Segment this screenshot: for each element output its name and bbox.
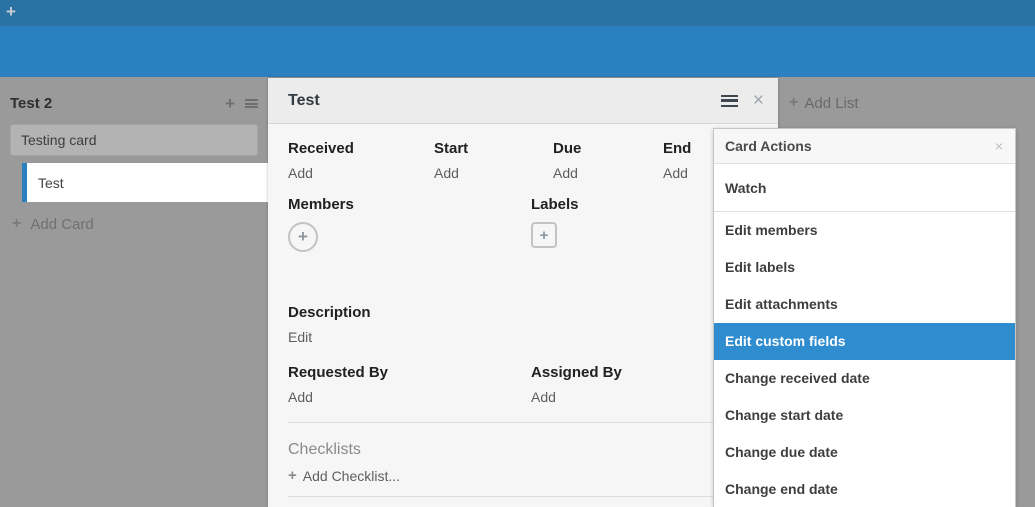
add-card-button[interactable]: + Add Card bbox=[12, 215, 94, 233]
card-title: Testing card bbox=[21, 132, 96, 148]
members-section: Members + bbox=[288, 196, 531, 252]
card-detail-panel: Test × Received Add Start Add bbox=[268, 78, 778, 507]
description-label: Description bbox=[288, 304, 758, 322]
card-detail-header-icons: × bbox=[721, 91, 764, 110]
card-detail-header: Test × bbox=[268, 78, 778, 124]
board-area: Test 2 + Testing card Test + Add Card + … bbox=[0, 77, 1035, 507]
requested-assigned-row: Requested By Add Assigned By Add bbox=[288, 364, 758, 406]
list-add-card-icon[interactable]: + bbox=[225, 95, 235, 112]
section-divider bbox=[288, 422, 758, 423]
add-member-button[interactable]: + bbox=[288, 222, 318, 252]
card-actions-menu: Card Actions × Watch Edit members Edit l… bbox=[713, 128, 1016, 507]
plus-icon: + bbox=[540, 227, 549, 244]
menu-item-change-due-date[interactable]: Change due date bbox=[714, 434, 1015, 471]
plus-icon: + bbox=[298, 227, 308, 247]
add-board-icon[interactable]: + bbox=[6, 2, 16, 22]
plus-icon: + bbox=[288, 467, 297, 484]
description-section: Description Edit bbox=[288, 304, 758, 346]
menu-item-edit-labels[interactable]: Edit labels bbox=[714, 249, 1015, 286]
due-field: Due Add bbox=[553, 140, 663, 182]
list-menu-icon[interactable] bbox=[245, 99, 258, 108]
menu-item-edit-members[interactable]: Edit members bbox=[714, 212, 1015, 249]
card-title: Test bbox=[38, 175, 64, 191]
members-labels-row: Members + Labels + bbox=[288, 196, 758, 252]
dates-row: Received Add Start Add Due Add End Add bbox=[288, 140, 758, 182]
menu-item-edit-attachments[interactable]: Edit attachments bbox=[714, 286, 1015, 323]
card-actions-title: Card Actions bbox=[725, 138, 812, 154]
add-label-button[interactable]: + bbox=[531, 222, 557, 248]
menu-item-change-end-date[interactable]: Change end date bbox=[714, 471, 1015, 507]
requested-by-label: Requested By bbox=[288, 364, 531, 382]
card-detail-title: Test bbox=[288, 92, 320, 110]
card-actions-menu-header: Card Actions × bbox=[714, 129, 1015, 164]
due-label: Due bbox=[553, 140, 663, 158]
add-checklist-label: Add Checklist... bbox=[303, 468, 400, 484]
card-test-active[interactable]: Test bbox=[22, 163, 269, 202]
close-icon[interactable]: × bbox=[995, 138, 1003, 154]
close-icon[interactable]: × bbox=[753, 91, 764, 110]
top-navbar: + bbox=[0, 0, 1035, 26]
plus-icon: + bbox=[789, 94, 798, 112]
card-actions-menu-icon[interactable] bbox=[721, 95, 738, 107]
start-label: Start bbox=[434, 140, 553, 158]
requested-by-section: Requested By Add bbox=[288, 364, 531, 406]
requested-by-add-link[interactable]: Add bbox=[288, 388, 531, 406]
description-edit-link[interactable]: Edit bbox=[288, 328, 758, 346]
received-label: Received bbox=[288, 140, 434, 158]
add-card-label: Add Card bbox=[30, 216, 93, 233]
received-add-link[interactable]: Add bbox=[288, 164, 434, 182]
add-list-button[interactable]: + Add List bbox=[789, 94, 859, 112]
start-field: Start Add bbox=[434, 140, 553, 182]
menu-item-change-received-date[interactable]: Change received date bbox=[714, 360, 1015, 397]
app-window: + Test 2 + Testing card Test + Add Card … bbox=[0, 0, 1035, 507]
card-testing-card[interactable]: Testing card bbox=[10, 124, 258, 156]
members-label: Members bbox=[288, 196, 531, 214]
card-detail-body: Received Add Start Add Due Add End Add bbox=[268, 124, 778, 497]
start-add-link[interactable]: Add bbox=[434, 164, 553, 182]
section-divider bbox=[288, 496, 758, 497]
checklists-label: Checklists bbox=[288, 440, 758, 459]
add-list-label: Add List bbox=[804, 95, 858, 112]
list-title: Test 2 bbox=[10, 95, 52, 112]
list-header: Test 2 + bbox=[10, 91, 258, 115]
add-checklist-button[interactable]: + Add Checklist... bbox=[288, 467, 758, 484]
menu-item-change-start-date[interactable]: Change start date bbox=[714, 397, 1015, 434]
received-field: Received Add bbox=[288, 140, 434, 182]
board-header-bar bbox=[0, 26, 1035, 77]
menu-item-edit-custom-fields[interactable]: Edit custom fields bbox=[714, 323, 1015, 360]
due-add-link[interactable]: Add bbox=[553, 164, 663, 182]
menu-item-watch[interactable]: Watch bbox=[714, 164, 1015, 212]
list-header-icons: + bbox=[225, 95, 258, 112]
plus-icon: + bbox=[12, 215, 21, 233]
